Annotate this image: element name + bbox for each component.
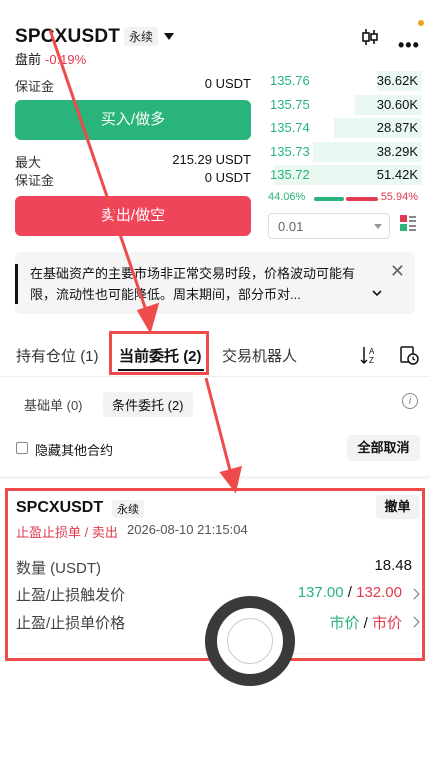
order-time: 2026-08-10 21:15:04 — [127, 522, 248, 537]
tab-positions[interactable]: 持有仓位 (1) — [16, 345, 99, 366]
change-percent: -0.19% — [45, 52, 87, 67]
max-value: 215.29 USDT — [172, 152, 251, 167]
chevron-down-icon — [374, 224, 382, 229]
header: SPCXUSDT 永续 盘前 -0.19% ••• — [0, 0, 430, 70]
orderbook: 135.76 36.62K 135.75 30.60K 135.74 28.87K 135.… — [262, 70, 422, 188]
hide-other-label: 隐藏其他合约 — [35, 443, 114, 458]
orderbook-layout-icon[interactable] — [399, 214, 417, 232]
trigger-label: 止盈/止损触发价 — [16, 587, 126, 604]
close-icon[interactable]: ✕ — [390, 261, 405, 282]
sort-icon[interactable]: A Z — [360, 345, 378, 365]
arrow-to-order — [204, 377, 234, 479]
orderbook-qty: 38.29K — [376, 143, 418, 159]
sell-ratio: 55.94% — [380, 191, 418, 203]
perp-badge: 永续 — [124, 27, 159, 46]
buy-ratio-bar — [314, 197, 344, 201]
qty-label: 数量 (USDT) — [16, 560, 101, 577]
sl-trigger: 132.00 — [356, 584, 402, 601]
margin-value: 0 USDT — [204, 76, 251, 91]
cancel-order-button[interactable]: 撤单 — [376, 495, 419, 519]
svg-text:A: A — [369, 347, 375, 356]
orderbook-price: 135.75 — [270, 96, 310, 112]
margin2-value: 0 USDT — [204, 170, 251, 185]
hide-other-checkbox[interactable] — [16, 442, 28, 454]
notice-accent — [15, 264, 18, 304]
history-icon[interactable] — [399, 345, 419, 365]
risk-notice: 在基础资产的主要市场非正常交易时段，价格波动可能有限，流动性也可能降低。周末期间… — [15, 252, 415, 314]
subtab-conditional[interactable]: 条件委托 (2) — [103, 392, 193, 417]
subtab-basic[interactable]: 基础单 (0) — [15, 392, 92, 417]
symbol-title[interactable]: SPCXUSDT — [15, 26, 120, 48]
depth-select[interactable]: 0.01 — [268, 213, 390, 239]
orderbook-price: 135.74 — [270, 120, 310, 135]
tab-positions-count: (1) — [80, 348, 99, 365]
symbol-dropdown-icon[interactable] — [164, 33, 174, 40]
orderbook-price: 135.72 — [270, 167, 310, 182]
sell-short-button[interactable]: 卖出/做空 — [15, 196, 251, 236]
depth-value: 0.01 — [278, 219, 304, 234]
sell-ratio-bar — [346, 197, 378, 201]
chevron-down-icon[interactable] — [372, 288, 382, 298]
orderbook-qty: 30.60K — [376, 96, 418, 112]
tabs-divider — [0, 376, 430, 377]
orderbook-row[interactable]: 135.76 36.62K — [262, 70, 422, 94]
loading-spinner — [205, 596, 295, 686]
order-perp-badge: 永续 — [112, 500, 144, 518]
orderbook-row[interactable]: 135.72 51.42K — [262, 164, 422, 188]
qty-value: 18.48 — [374, 557, 412, 574]
buy-long-button[interactable]: 买入/做多 — [15, 100, 251, 140]
sl-price: 市价 — [371, 615, 402, 632]
orderbook-price: 135.76 — [270, 73, 310, 88]
order-type: 止盈止损单 / 卖出 — [16, 525, 118, 540]
candlestick-icon[interactable] — [360, 27, 380, 47]
orderbook-qty: 36.62K — [376, 73, 418, 88]
trigger-values[interactable]: 137.00 / 132.00 — [298, 584, 402, 601]
annotation-box-tab — [109, 331, 209, 375]
orderbook-row[interactable]: 135.75 30.60K — [262, 94, 422, 118]
spinner-inner — [227, 618, 273, 664]
svg-text:Z: Z — [369, 356, 374, 365]
price-change: 盘前 -0.19% — [15, 49, 86, 68]
order-price-label: 止盈/止损单价格 — [16, 615, 126, 632]
tab-positions-label: 持有仓位 — [16, 348, 77, 365]
tp-price: 市价 — [329, 615, 360, 632]
buy-sell-ratio: 44.06% 55.94% — [262, 190, 422, 206]
margin-label: 保证金 — [15, 79, 55, 94]
cancel-all-button[interactable]: 全部取消 — [347, 435, 420, 461]
order-symbol: SPCXUSDT — [16, 499, 104, 516]
info-icon[interactable]: i — [402, 393, 418, 409]
margin2-label: 保证金 — [15, 173, 55, 188]
max-label: 最大 — [15, 155, 42, 170]
tp-trigger: 137.00 — [297, 584, 344, 601]
tab-trading-bots[interactable]: 交易机器人 — [222, 345, 297, 366]
orderbook-qty: 28.87K — [376, 120, 418, 135]
notification-dot — [418, 20, 424, 26]
session-label: 盘前 — [15, 52, 42, 67]
orderbook-row[interactable]: 135.73 38.29K — [262, 141, 422, 165]
order-price-values[interactable]: 市价 / 市价 — [329, 612, 402, 633]
more-icon[interactable]: ••• — [398, 35, 420, 56]
buy-ratio: 44.06% — [268, 191, 306, 203]
orderbook-row[interactable]: 135.74 28.87K — [262, 117, 422, 141]
orderbook-price: 135.73 — [270, 143, 310, 159]
orderbook-qty: 51.42K — [376, 167, 418, 182]
notice-text: 在基础资产的主要市场非正常交易时段，价格波动可能有限，流动性也可能降低。周末期间… — [30, 266, 356, 302]
